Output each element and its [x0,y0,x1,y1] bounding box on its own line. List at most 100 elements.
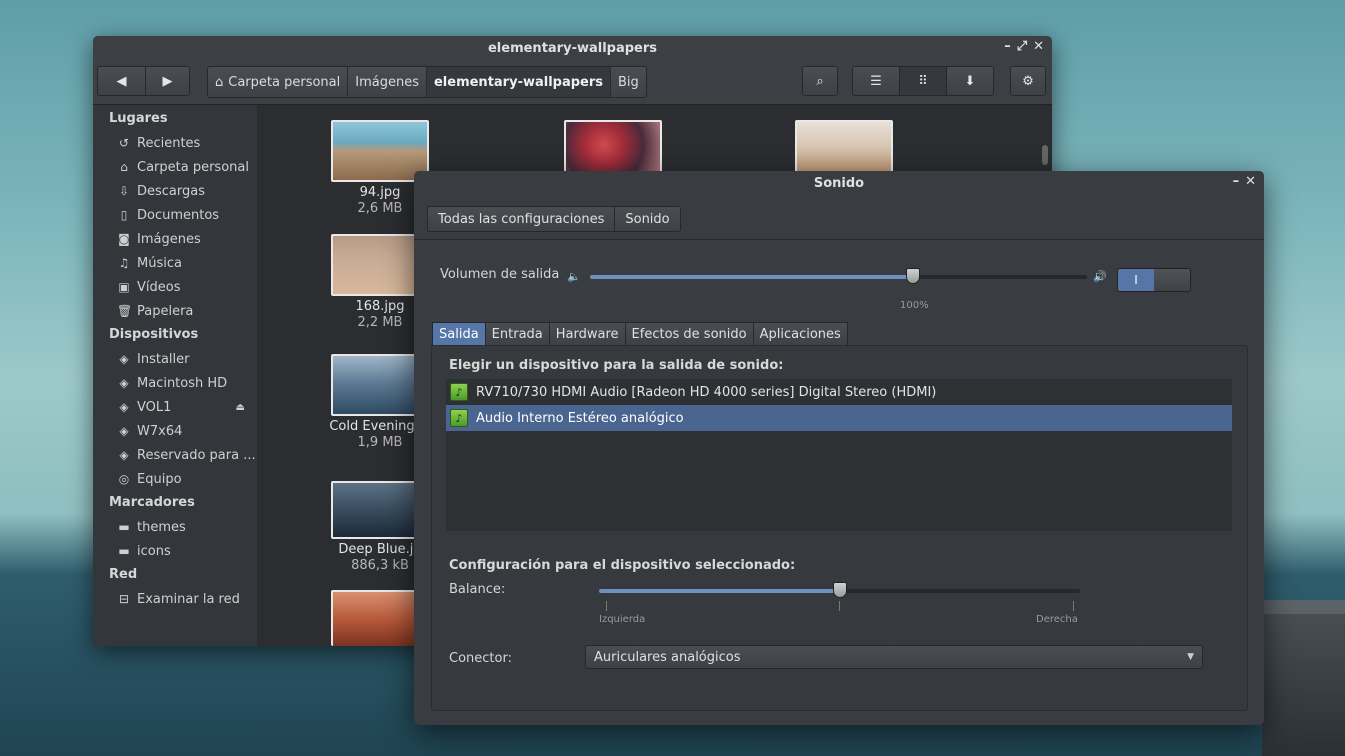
arrow-down-icon: ⬇ [964,73,976,89]
all-settings-button[interactable]: Todas las configuraciones [428,207,616,231]
arrow-left-icon: ◀ [116,73,127,89]
connector-label: Conector: [449,651,512,666]
sidebar-item-label: Vídeos [137,279,181,295]
computer-icon: ◎ [118,472,130,486]
breadcrumb-label: Carpeta personal [228,74,341,90]
sidebar-item-images[interactable]: ◙ Imágenes [93,227,257,251]
balance-slider-handle[interactable] [832,582,847,598]
sidebar-item-label: Equipo [137,471,182,487]
network-icon: ⊟ [118,592,130,606]
file-manager-title: elementary-wallpapers [487,40,658,56]
sidebar-item-music[interactable]: ♫ Música [93,251,257,275]
close-icon[interactable]: ✕ [1245,174,1256,189]
breadcrumb-big[interactable]: Big [611,67,646,97]
sound-title: Sonido [813,175,865,191]
sidebar-item-label: Macintosh HD [137,375,228,391]
breadcrumb-images[interactable]: Imágenes [348,67,427,97]
breadcrumb-current[interactable]: elementary-wallpapers [426,67,612,97]
drive-icon: ◈ [119,400,129,414]
file-manager-toolbar: ◀ ▶ ⌂ Carpeta personal Imágenes elementa… [93,60,1052,105]
scrollbar[interactable] [1042,145,1048,165]
drive-icon: ◈ [119,424,129,438]
sound-breadcrumb[interactable]: Sonido [615,207,679,231]
sidebar-header-devices: Dispositivos [109,327,199,342]
list-icon: ☰ [870,73,882,89]
balance-tick-left [606,601,607,611]
tab-hardware[interactable]: Hardware [549,322,626,346]
tab-output[interactable]: Salida [432,322,486,346]
settings-button[interactable]: ⚙ [1010,66,1046,96]
grid-view-button[interactable]: ⠿ [899,66,947,96]
device-item-analog[interactable]: ♪ Audio Interno Estéreo analógico [446,405,1232,431]
home-icon: ⌂ [120,160,128,174]
balance-right-label: Derecha [1036,614,1078,625]
tab-sound-effects[interactable]: Efectos de sonido [625,322,754,346]
sidebar-item-documents[interactable]: ▯ Documentos [93,203,257,227]
back-button[interactable]: ◀ [97,66,146,96]
sidebar-item-w7x64[interactable]: ◈ W7x64 [93,419,257,443]
home-icon: ⌂ [215,74,224,90]
minimize-icon[interactable]: – [1233,174,1240,189]
device-item-hdmi[interactable]: ♪ RV710/730 HDMI Audio [Radeon HD 4000 s… [446,379,1232,405]
maximize-icon[interactable]: ⤢ [1017,39,1027,54]
balance-left-label: Izquierda [599,614,646,625]
list-view-button[interactable]: ☰ [852,66,900,96]
breadcrumb-label: Imágenes [355,74,419,90]
sidebar-item-videos[interactable]: ▣ Vídeos [93,275,257,299]
drive-icon: ◈ [119,376,129,390]
sidebar-item-reserved[interactable]: ◈ Reservado para ... [93,443,257,467]
switch-on-label: I [1118,269,1154,291]
forward-button[interactable]: ▶ [145,66,190,96]
search-button[interactable]: ⌕ [802,66,838,96]
sidebar-item-label: VOL1 [137,399,172,415]
volume-100-mark: 100% [900,300,929,311]
sidebar-item-vol1[interactable]: ◈ VOL1 ⏏ [93,395,257,419]
close-icon[interactable]: ✕ [1033,39,1044,54]
search-icon: ⌕ [816,73,824,89]
minimize-icon[interactable]: – [1004,39,1011,54]
volume-slider[interactable] [590,275,1087,279]
sidebar-item-downloads[interactable]: ⇩ Descargas [93,179,257,203]
balance-label: Balance: [449,582,506,597]
gear-icon: ⚙ [1022,73,1034,89]
connector-select[interactable]: Auriculares analógicos ▼ [585,645,1203,669]
speaker-low-icon[interactable]: 🔈 [567,270,581,283]
sidebar-item-macintosh-hd[interactable]: ◈ Macintosh HD [93,371,257,395]
drive-icon: ◈ [119,448,129,462]
tab-applications[interactable]: Aplicaciones [753,322,848,346]
grid-icon: ⠿ [918,73,928,89]
settings-breadcrumb: Todas las configuraciones Sonido [427,206,681,232]
eject-icon[interactable]: ⏏ [236,402,245,413]
balance-tick-center [839,601,840,611]
sidebar-item-computer[interactable]: ◎ Equipo [93,467,257,491]
tab-input[interactable]: Entrada [485,322,550,346]
device-list: ♪ RV710/730 HDMI Audio [Radeon HD 4000 s… [446,379,1232,531]
output-volume-label: Volumen de salida [440,267,560,282]
mute-switch[interactable]: I [1117,268,1191,292]
sound-card-icon: ♪ [450,409,468,427]
sidebar-item-trash[interactable]: 🗑 Papelera [93,299,257,323]
sidebar-item-icons[interactable]: ▬ icons [93,539,257,563]
sidebar-item-label: Recientes [137,135,201,151]
sidebar-item-label: Reservado para ... [137,447,256,463]
sidebar-item-label: Installer [137,351,190,367]
device-label: RV710/730 HDMI Audio [Radeon HD 4000 ser… [476,384,937,400]
sidebar-item-themes[interactable]: ▬ themes [93,515,257,539]
sound-titlebar: Sonido – ✕ [414,171,1264,195]
volume-slider-handle[interactable] [906,268,921,284]
switch-off [1154,269,1190,291]
speaker-high-icon[interactable]: 🔊 [1093,270,1107,283]
sound-window: Sonido – ✕ Todas las configuraciones Son… [414,171,1264,725]
sidebar-header-network: Red [109,567,138,582]
sidebar-item-home[interactable]: ⌂ Carpeta personal [93,155,257,179]
sidebar-item-network[interactable]: ⊟ Examinar la red [93,587,257,611]
choose-device-heading: Elegir un dispositivo para la salida de … [449,358,784,373]
sidebar-item-installer[interactable]: ◈ Installer [93,347,257,371]
sidebar-item-label: W7x64 [137,423,183,439]
breadcrumb-home[interactable]: ⌂ Carpeta personal [208,67,349,97]
sidebar-item-recent[interactable]: ↺ Recientes [93,131,257,155]
sound-card-icon: ♪ [450,383,468,401]
sidebar-header-bookmarks: Marcadores [109,495,195,510]
sidebar: Lugares ↺ Recientes ⌂ Carpeta personal ⇩ De… [93,105,257,646]
column-view-button[interactable]: ⬇ [946,66,994,96]
